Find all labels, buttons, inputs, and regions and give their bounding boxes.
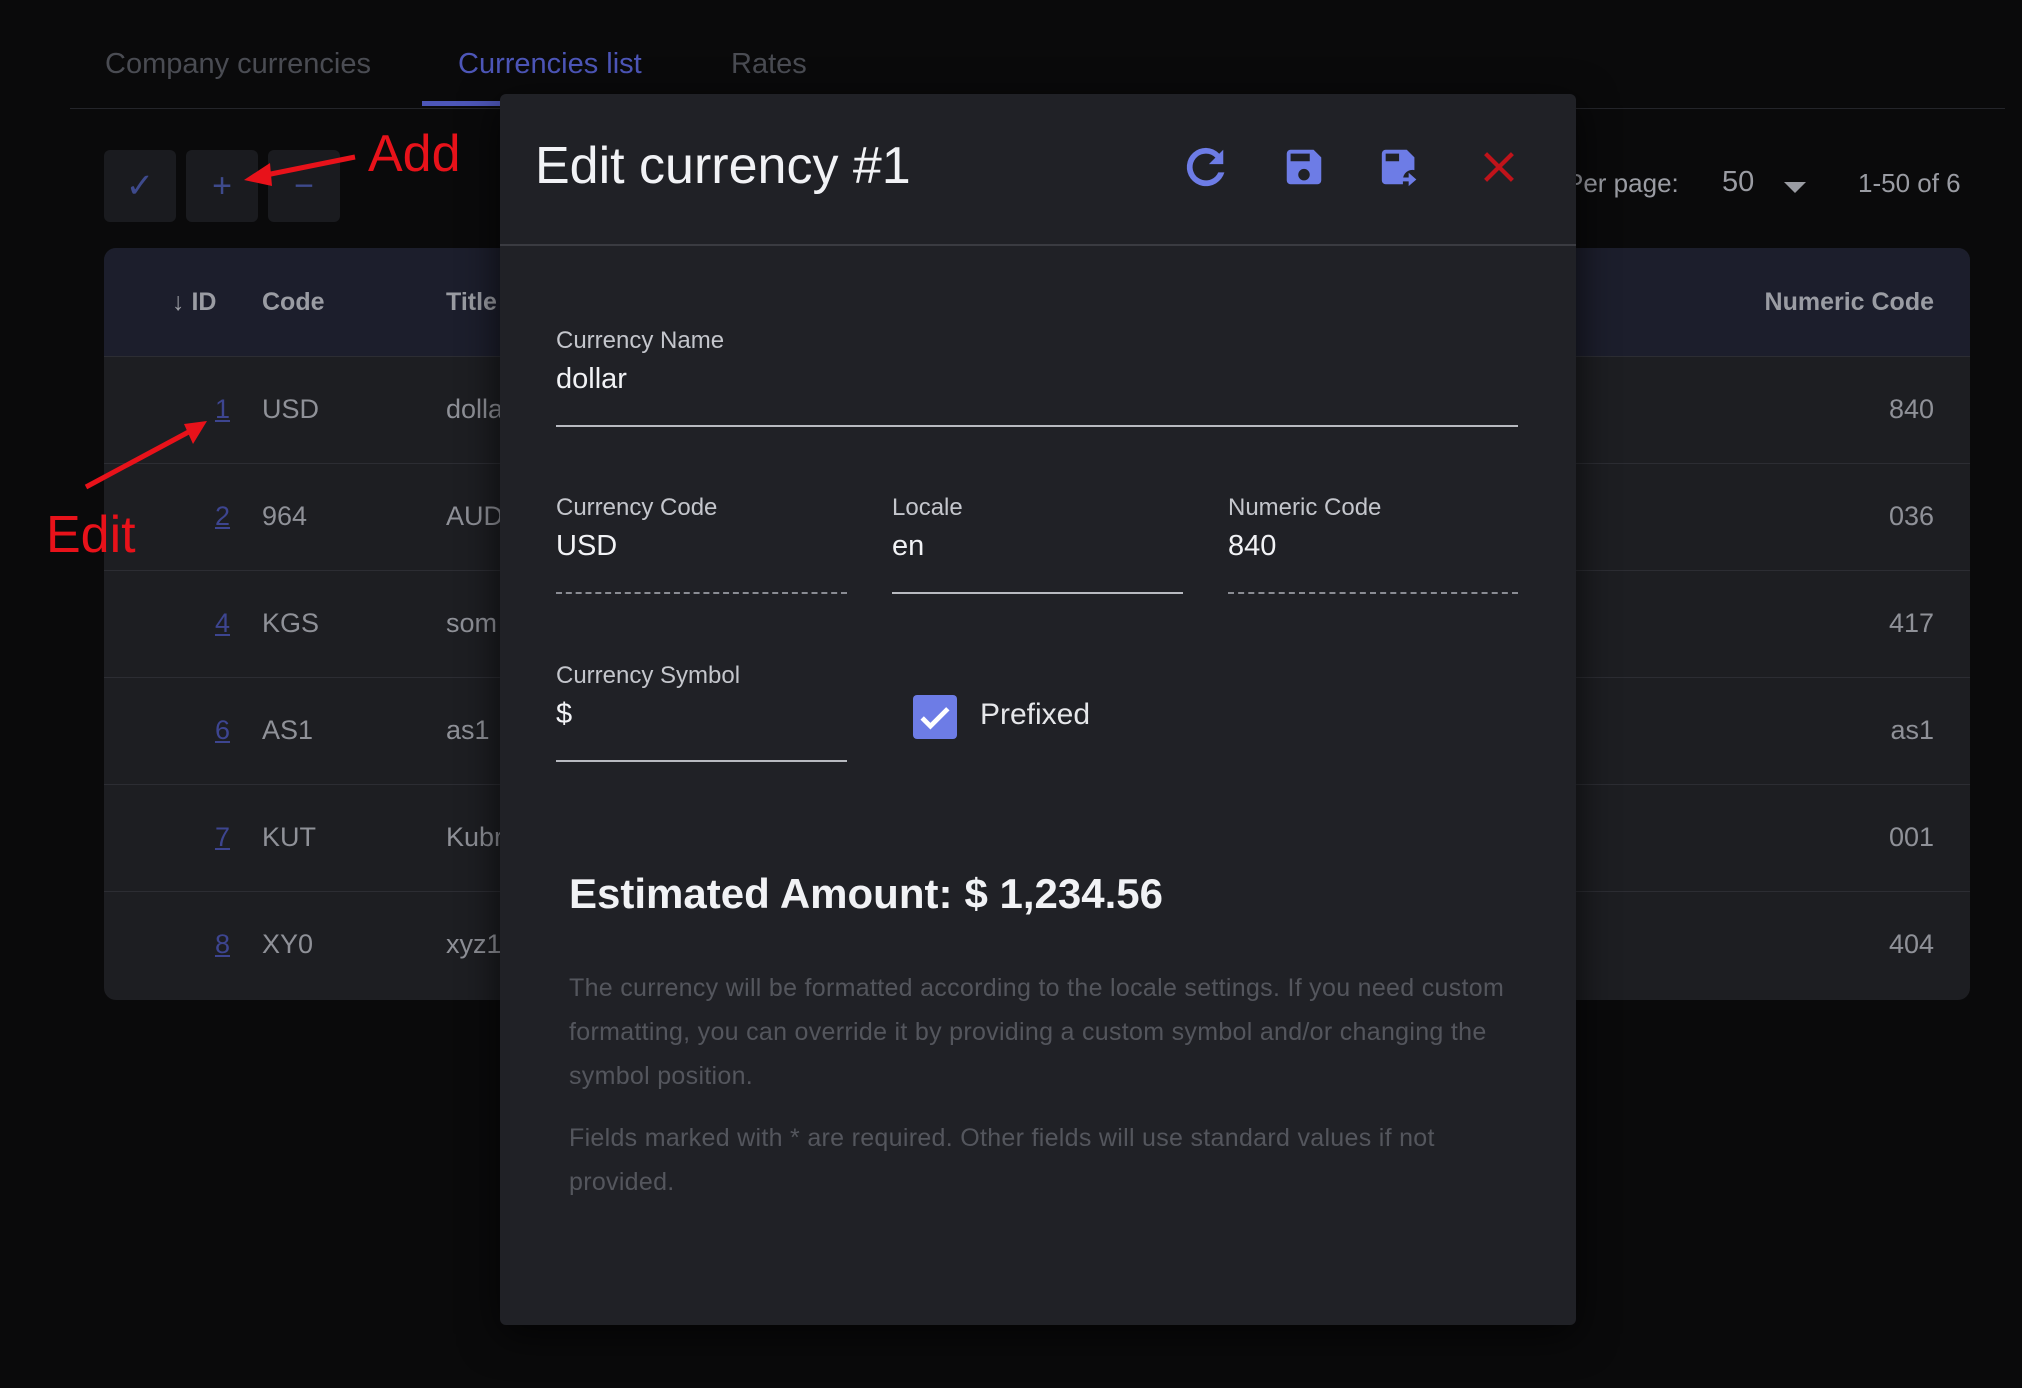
- field-underline-disabled: [556, 592, 847, 594]
- save-icon[interactable]: [1281, 144, 1327, 190]
- currency-code-label: Currency Code: [556, 494, 718, 521]
- numeric-code-input: 840: [1228, 530, 1277, 562]
- estimated-amount: Estimated Amount: $ 1,234.56: [569, 870, 1163, 918]
- field-underline: [892, 592, 1183, 594]
- checkmark-icon: [920, 707, 950, 730]
- save-and-close-icon[interactable]: [1378, 144, 1424, 190]
- locale-input[interactable]: en: [892, 530, 1183, 563]
- field-underline: [556, 760, 847, 762]
- prefixed-label[interactable]: Prefixed: [980, 698, 1090, 732]
- help-text-formatting: The currency will be formatted according…: [569, 974, 1505, 1090]
- help-text-required: Fields marked with * are required. Other…: [569, 1124, 1435, 1196]
- field-underline: [556, 425, 1518, 427]
- currency-code-input: USD: [556, 530, 618, 562]
- numeric-code-label: Numeric Code: [1228, 494, 1382, 521]
- currency-symbol-label: Currency Symbol: [556, 662, 741, 689]
- field-underline-disabled: [1228, 592, 1518, 594]
- edit-arrow-line: [84, 425, 198, 490]
- dialog-title: Edit currency #1: [535, 137, 911, 195]
- currency-name-input[interactable]: dollar: [556, 363, 1518, 396]
- prefixed-checkbox[interactable]: [913, 695, 957, 739]
- currency-code-field: Currency Code USD: [556, 494, 847, 594]
- currency-name-label: Currency Name: [556, 327, 725, 354]
- estimated-amount-value: $ 1,234.56: [964, 870, 1163, 917]
- close-icon[interactable]: [1476, 144, 1522, 190]
- locale-field[interactable]: Locale en: [892, 494, 1183, 594]
- refresh-icon[interactable]: [1183, 144, 1229, 190]
- currency-symbol-input[interactable]: $: [556, 698, 847, 731]
- locale-label: Locale: [892, 494, 963, 521]
- annotation-add: Add: [368, 125, 461, 183]
- numeric-code-field: Numeric Code 840: [1228, 494, 1518, 594]
- add-arrow-head: [244, 163, 272, 186]
- edit-currency-dialog: Edit currency #1 Currency Name dollar Cu…: [500, 94, 1576, 1325]
- estimated-amount-label: Estimated Amount:: [569, 870, 953, 917]
- currency-name-field[interactable]: Currency Name dollar: [556, 327, 1518, 427]
- dialog-header: Edit currency #1: [500, 94, 1576, 246]
- annotation-edit: Edit: [46, 506, 136, 564]
- currency-symbol-field[interactable]: Currency Symbol $: [556, 662, 847, 762]
